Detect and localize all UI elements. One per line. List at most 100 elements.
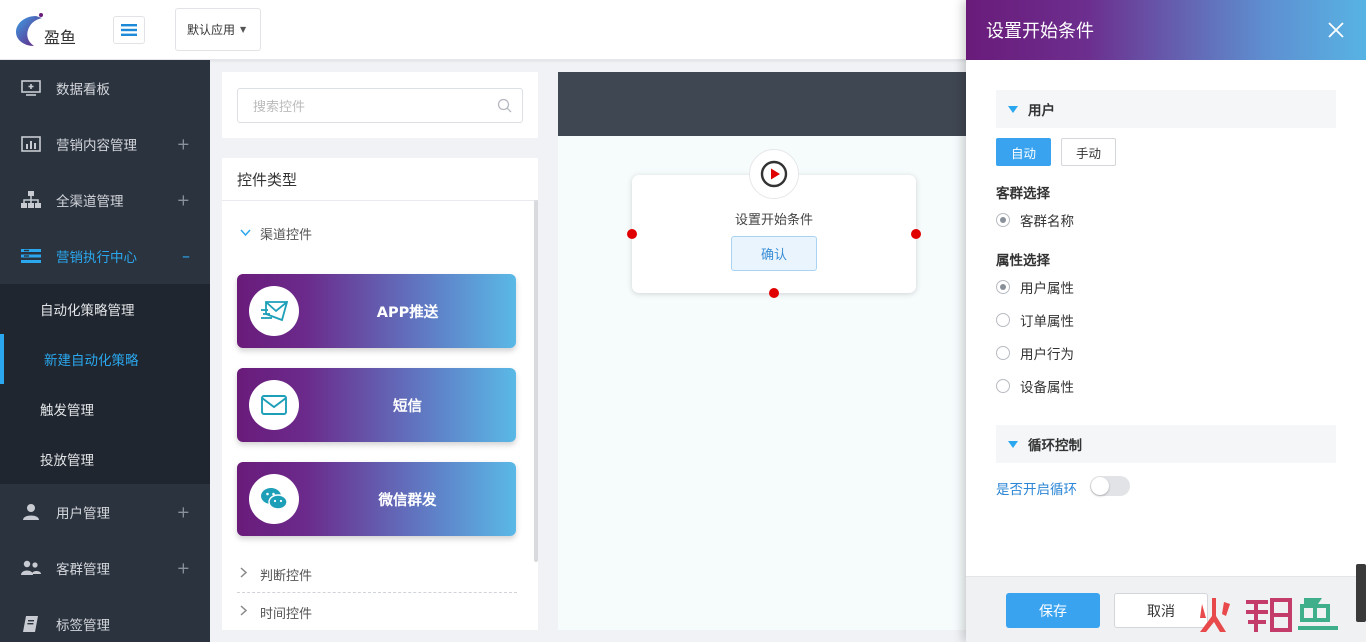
group-time-controls[interactable]: 时间控件 — [222, 593, 312, 630]
section-title: 用户 — [1028, 103, 1055, 119]
radio-label: 客群名称 — [1020, 214, 1074, 230]
bar-chart-icon — [20, 135, 42, 153]
radio-label: 用户属性 — [1020, 281, 1074, 297]
radio-button[interactable] — [996, 346, 1010, 360]
radio-device-attribute[interactable]: 设备属性 — [996, 376, 1074, 396]
close-icon[interactable] — [1326, 20, 1346, 40]
cancel-button[interactable]: 取消 — [1114, 593, 1208, 628]
control-search-panel: 搜索控件 — [222, 72, 538, 138]
chevron-right-icon — [240, 605, 254, 619]
control-card-app-push[interactable]: APP推送 — [237, 274, 516, 348]
search-icon[interactable] — [497, 98, 512, 113]
list-icon — [20, 247, 42, 265]
radio-button[interactable] — [996, 313, 1010, 327]
radio-button[interactable] — [996, 280, 1010, 294]
panel-scrollbar[interactable] — [534, 200, 538, 562]
control-card-label: APP推送 — [376, 304, 439, 321]
envelope-icon — [249, 380, 299, 430]
app-select[interactable]: 默认应用 ▼ — [175, 8, 261, 51]
sidebar-item-tags[interactable]: 标签管理 — [0, 596, 210, 642]
sidebar-item-label: 营销内容管理 — [56, 138, 137, 154]
sidebar-item-label: 数据看板 — [56, 82, 110, 98]
group-label: 时间控件 — [260, 606, 313, 622]
org-chart-icon — [20, 191, 42, 209]
radio-user-behavior[interactable]: 用户行为 — [996, 343, 1074, 363]
chevron-down-icon — [240, 227, 254, 240]
user-icon — [20, 503, 42, 521]
sidebar-item-segments[interactable]: 客群管理 + — [0, 540, 210, 596]
control-card-wechat[interactable]: 微信群发 — [237, 462, 516, 536]
loop-toggle-switch[interactable] — [1090, 476, 1130, 496]
sidebar-item-label: 营销执行中心 — [56, 250, 137, 266]
users-icon — [20, 559, 42, 577]
logo-text: 盈鱼 — [44, 28, 77, 47]
group-label: 渠道控件 — [260, 227, 313, 243]
sidebar-item-label: 用户管理 — [56, 506, 110, 522]
sidebar-item-channels[interactable]: 全渠道管理 + — [0, 172, 210, 228]
radio-segment-name[interactable]: 客群名称 — [996, 210, 1074, 230]
section-loop-header[interactable]: 循环控制 — [996, 425, 1336, 463]
node-title: 设置开始条件 — [734, 213, 813, 228]
save-button[interactable]: 保存 — [1006, 593, 1100, 628]
hamburger-icon — [121, 24, 137, 36]
menu-toggle-button[interactable] — [113, 16, 145, 44]
wechat-icon — [249, 474, 299, 524]
control-card-label: 微信群发 — [378, 492, 437, 509]
play-icon — [749, 149, 799, 199]
drawer-header: 设置开始条件 — [966, 0, 1366, 60]
segment-select-label: 客群选择 — [996, 186, 1050, 202]
start-condition-node[interactable]: 设置开始条件 确认 — [632, 149, 916, 293]
expand-icon: + — [176, 558, 190, 578]
mode-manual-button[interactable]: 手动 — [1061, 138, 1116, 166]
loop-toggle-label: 是否开启循环 — [996, 482, 1077, 498]
watermark-logo — [1200, 598, 1338, 632]
control-search-input[interactable]: 搜索控件 — [237, 88, 523, 123]
submenu-item-trigger-management[interactable]: 触发管理 — [0, 384, 210, 434]
sidebar-item-users[interactable]: 用户管理 + — [0, 484, 210, 540]
canvas-toolbar — [558, 72, 968, 136]
submenu-item-new-strategy[interactable]: 新建自动化策略 — [0, 334, 210, 384]
side-widget — [1356, 564, 1366, 622]
control-types-panel: 控件类型 渠道控件 APP推送 短信 微信群发 判断控件 时间控件 — [222, 158, 538, 630]
app-select-value: 默认应用 — [187, 23, 236, 37]
group-judge-controls[interactable]: 判断控件 — [222, 555, 312, 593]
radio-label: 用户行为 — [1020, 347, 1074, 363]
sidebar-item-content[interactable]: 营销内容管理 + — [0, 116, 210, 172]
sidebar-item-label: 标签管理 — [56, 618, 110, 634]
submenu-item-delivery-management[interactable]: 投放管理 — [0, 434, 210, 484]
collapse-icon: – — [182, 246, 190, 266]
control-card-sms[interactable]: 短信 — [237, 368, 516, 442]
attribute-select-label: 属性选择 — [996, 253, 1050, 269]
group-label: 判断控件 — [260, 568, 313, 584]
caret-down-icon — [1008, 440, 1018, 448]
sidebar: 数据看板 营销内容管理 + 全渠道管理 + 营销执行中心 – 自动化策略管理 新… — [0, 60, 210, 642]
expand-icon: + — [176, 134, 190, 154]
group-channel-controls[interactable]: 渠道控件 — [222, 214, 538, 252]
monitor-icon — [20, 79, 42, 97]
control-types-title: 控件类型 — [222, 158, 538, 201]
radio-button[interactable] — [996, 379, 1010, 393]
mode-auto-button[interactable]: 自动 — [996, 138, 1051, 166]
sidebar-submenu: 自动化策略管理 新建自动化策略 触发管理 投放管理 — [0, 284, 210, 484]
sidebar-item-dashboard[interactable]: 数据看板 — [0, 60, 210, 116]
expand-icon: + — [176, 190, 190, 210]
node-port-left[interactable] — [627, 229, 637, 239]
sidebar-item-label: 客群管理 — [56, 562, 110, 578]
control-card-label: 短信 — [393, 398, 422, 415]
radio-label: 订单属性 — [1020, 314, 1074, 330]
node-port-bottom[interactable] — [769, 288, 779, 298]
start-condition-drawer: 设置开始条件 用户 自动 手动 客群选择 客群名称 属性选择 用户属性 订单属性… — [966, 0, 1366, 642]
radio-button[interactable] — [996, 213, 1010, 227]
radio-order-attribute[interactable]: 订单属性 — [996, 310, 1074, 330]
section-title: 循环控制 — [1028, 438, 1082, 454]
flow-canvas[interactable]: 设置开始条件 确认 — [558, 72, 968, 630]
send-mail-icon — [249, 286, 299, 336]
chevron-right-icon — [240, 567, 254, 581]
sidebar-item-execution[interactable]: 营销执行中心 – — [0, 228, 210, 284]
radio-user-attribute[interactable]: 用户属性 — [996, 277, 1074, 297]
section-user-header[interactable]: 用户 — [996, 90, 1336, 128]
node-confirm-button[interactable]: 确认 — [731, 236, 817, 271]
submenu-item-strategy-management[interactable]: 自动化策略管理 — [0, 284, 210, 334]
radio-label: 设备属性 — [1020, 380, 1074, 396]
node-port-right[interactable] — [911, 229, 921, 239]
